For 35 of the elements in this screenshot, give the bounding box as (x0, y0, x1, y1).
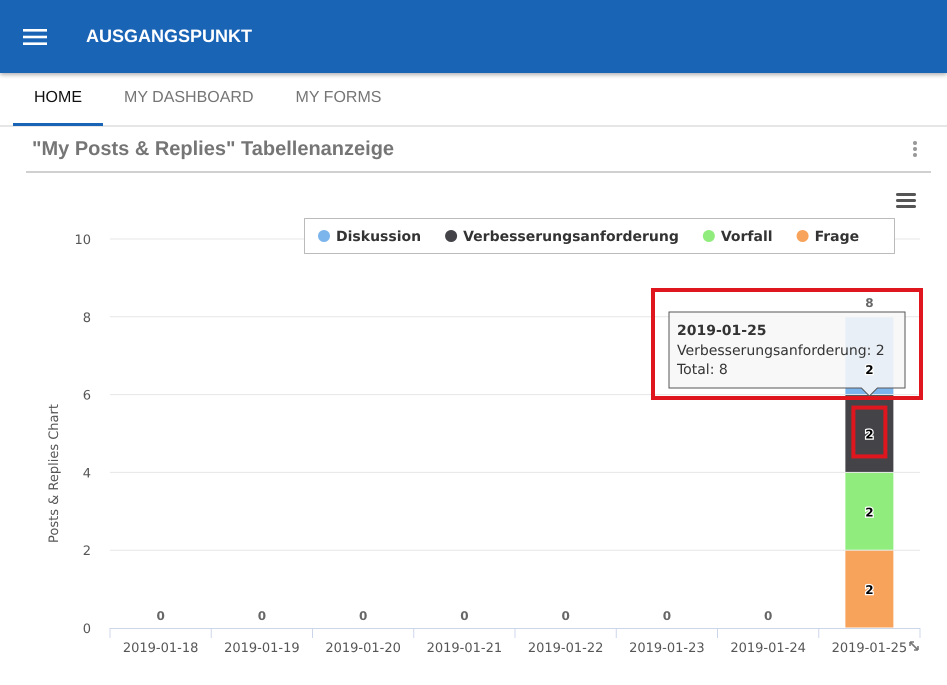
tooltip-line: Verbesserungsanforderung: 2 (677, 343, 885, 359)
y-axis-title: Posts & Replies Chart (47, 404, 62, 543)
segment-value-label: 2 (865, 505, 874, 520)
x-tick-label: 2019-01-23 (629, 641, 705, 656)
y-tick-label: 8 (82, 310, 91, 326)
x-tick-label: 2019-01-21 (426, 641, 502, 656)
value-label: 0 (358, 609, 368, 623)
value-label: 0 (460, 609, 469, 623)
segment-value-label: 2 (865, 363, 874, 377)
tooltip-title: 2019-01-25 (677, 323, 767, 339)
value-label: 0 (156, 609, 165, 623)
value-label: 0 (561, 609, 570, 623)
total-label: 8 (865, 296, 874, 310)
y-tick-label: 0 (82, 622, 91, 637)
x-tick-label: 2019-01-22 (528, 641, 604, 656)
value-label: 0 (662, 609, 672, 623)
app-title: AUSGANGSPUNKT (86, 26, 252, 47)
segment-value-label: 2 (865, 428, 874, 442)
x-tick-label: 2019-01-25 (832, 641, 908, 656)
card-title: "My Posts & Replies" Tabellenanzeige (31, 138, 394, 160)
x-tick-label: 2019-01-20 (325, 641, 401, 656)
y-tick-label: 2 (82, 544, 91, 560)
legend-label: Diskussion (336, 229, 422, 245)
value-label: 0 (258, 609, 266, 623)
value-label: 0 (764, 609, 772, 623)
y-tick-label: 4 (82, 466, 91, 482)
x-tick-label: 2019-01-24 (730, 641, 806, 656)
x-tick-label: 2019-01-19 (224, 641, 300, 656)
y-tick-label: 6 (82, 388, 91, 404)
x-tick-label: 2019-01-18 (122, 641, 198, 656)
tooltip-line: Total: 8 (677, 362, 728, 378)
y-tick-label: 10 (74, 233, 91, 248)
legend-label: Frage (814, 229, 860, 245)
segment-value-label: 2 (865, 583, 874, 598)
legend-label: Vorfall (720, 229, 773, 245)
